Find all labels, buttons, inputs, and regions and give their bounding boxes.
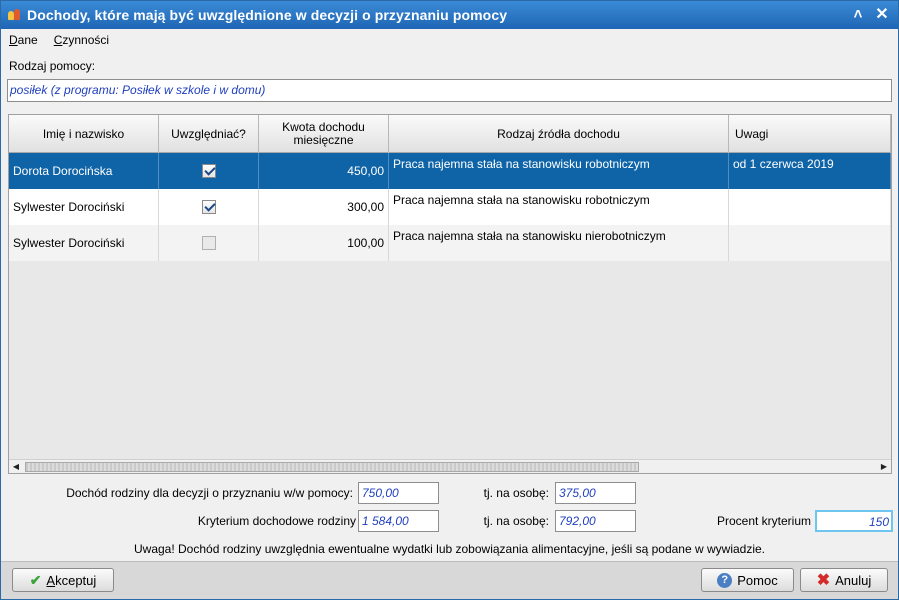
checkmark-icon: ✔ <box>29 571 42 588</box>
column-header-include[interactable]: Uwzględniać? <box>159 115 259 153</box>
window-title: Dochody, które mają być uwzględnione w d… <box>27 7 508 23</box>
cell-name[interactable]: Sylwester Dorociński <box>9 189 159 225</box>
include-checkbox[interactable] <box>201 200 216 214</box>
scroll-left-icon[interactable]: ◀ <box>9 460 23 474</box>
accept-button-label: kceptuj <box>55 572 97 588</box>
income-per-person-field[interactable]: 375,00 <box>555 482 636 504</box>
close-icon[interactable]: ✕ <box>872 5 892 25</box>
menu-bar: Dane Czynności <box>1 29 898 51</box>
horizontal-scrollbar[interactable]: ◀ ▶ <box>9 459 891 473</box>
include-checkbox[interactable] <box>201 164 216 178</box>
menu-dane-accesskey: D <box>9 33 18 47</box>
cancel-button-label: Anuluj <box>835 572 872 588</box>
cell-source[interactable]: Praca najemna stała na stanowisku robotn… <box>389 189 729 225</box>
table-row[interactable]: Dorota Dorocińska 450,00 Praca najemna s… <box>9 153 891 189</box>
menu-czynnosci-label: zynności <box>62 33 110 47</box>
dialog-window: Dochody, które mają być uwzględnione w d… <box>0 0 899 600</box>
accept-button-accesskey: A <box>46 572 56 588</box>
grid-body: Dorota Dorocińska 450,00 Praca najemna s… <box>9 153 891 261</box>
column-header-amount[interactable]: Kwota dochodu miesięczne <box>259 115 389 153</box>
scroll-right-icon[interactable]: ▶ <box>877 460 891 474</box>
cell-notes[interactable] <box>729 189 891 225</box>
cell-include <box>159 153 259 189</box>
rodzaj-pomocy-field[interactable]: posiłek (z programu: Posiłek w szkole i … <box>7 79 892 102</box>
rodzaj-pomocy-label: Rodzaj pomocy: <box>9 59 96 73</box>
percent-criterion-field[interactable]: 150 <box>815 510 893 532</box>
column-header-include-label: Uwzględniać? <box>171 126 246 141</box>
app-icon <box>7 8 21 22</box>
cell-name[interactable]: Sylwester Dorociński <box>9 225 159 261</box>
cell-amount[interactable]: 300,00 <box>259 189 389 225</box>
cancel-x-icon: ✖ <box>816 572 831 589</box>
grid-header: Imię i nazwisko Uwzględniać? Kwota docho… <box>9 115 891 153</box>
cell-amount[interactable]: 450,00 <box>259 153 389 189</box>
cell-notes[interactable]: od 1 czerwca 2019 <box>729 153 891 189</box>
help-button-label: Pomoc <box>737 572 778 588</box>
button-bar: ✔ Akceptuj ? Pomoc ✖ Anuluj <box>1 561 898 599</box>
help-icon: ? <box>717 572 733 588</box>
cell-notes[interactable] <box>729 225 891 261</box>
criterion-per-person-label: tj. na osobę: <box>483 514 549 528</box>
cancel-button[interactable]: ✖ Anuluj <box>800 568 888 592</box>
family-income-label: Dochód rodziny dla decyzji o przyznaniu … <box>66 486 353 500</box>
column-header-name[interactable]: Imię i nazwisko <box>9 115 159 153</box>
accept-button[interactable]: ✔ Akceptuj <box>12 568 114 592</box>
menu-dane[interactable]: Dane <box>1 33 46 47</box>
family-income-field[interactable]: 750,00 <box>358 482 439 504</box>
criterion-label: Kryterium dochodowe rodziny <box>197 514 356 528</box>
column-header-notes[interactable]: Uwagi <box>729 115 891 153</box>
scroll-thumb[interactable] <box>25 461 639 472</box>
cell-name[interactable]: Dorota Dorocińska <box>9 153 159 189</box>
warning-note: Uwaga! Dochód rodziny uwzględnia ewentua… <box>133 542 766 556</box>
cell-include <box>159 189 259 225</box>
scroll-track[interactable] <box>23 460 877 473</box>
table-row[interactable]: Sylwester Dorociński 100,00 Praca najemn… <box>9 225 891 261</box>
help-button[interactable]: ? Pomoc <box>701 568 794 592</box>
include-checkbox[interactable] <box>201 236 216 250</box>
income-per-person-label: tj. na osobę: <box>483 486 549 500</box>
menu-dane-label: ane <box>17 33 38 47</box>
collapse-icon[interactable]: ˄ <box>848 5 868 25</box>
cell-amount[interactable]: 100,00 <box>259 225 389 261</box>
percent-criterion-label: Procent kryterium <box>716 514 811 528</box>
column-header-source[interactable]: Rodzaj źródła dochodu <box>389 115 729 153</box>
cell-source[interactable]: Praca najemna stała na stanowisku nierob… <box>389 225 729 261</box>
criterion-field[interactable]: 1 584,00 <box>358 510 439 532</box>
cell-include <box>159 225 259 261</box>
income-grid[interactable]: Imię i nazwisko Uwzględniać? Kwota docho… <box>8 114 892 474</box>
menu-czynnosci[interactable]: Czynności <box>46 33 117 47</box>
criterion-per-person-field[interactable]: 792,00 <box>555 510 636 532</box>
cell-source[interactable]: Praca najemna stała na stanowisku robotn… <box>389 153 729 189</box>
table-row[interactable]: Sylwester Dorociński 300,00 Praca najemn… <box>9 189 891 225</box>
title-bar: Dochody, które mają być uwzględnione w d… <box>1 1 898 29</box>
